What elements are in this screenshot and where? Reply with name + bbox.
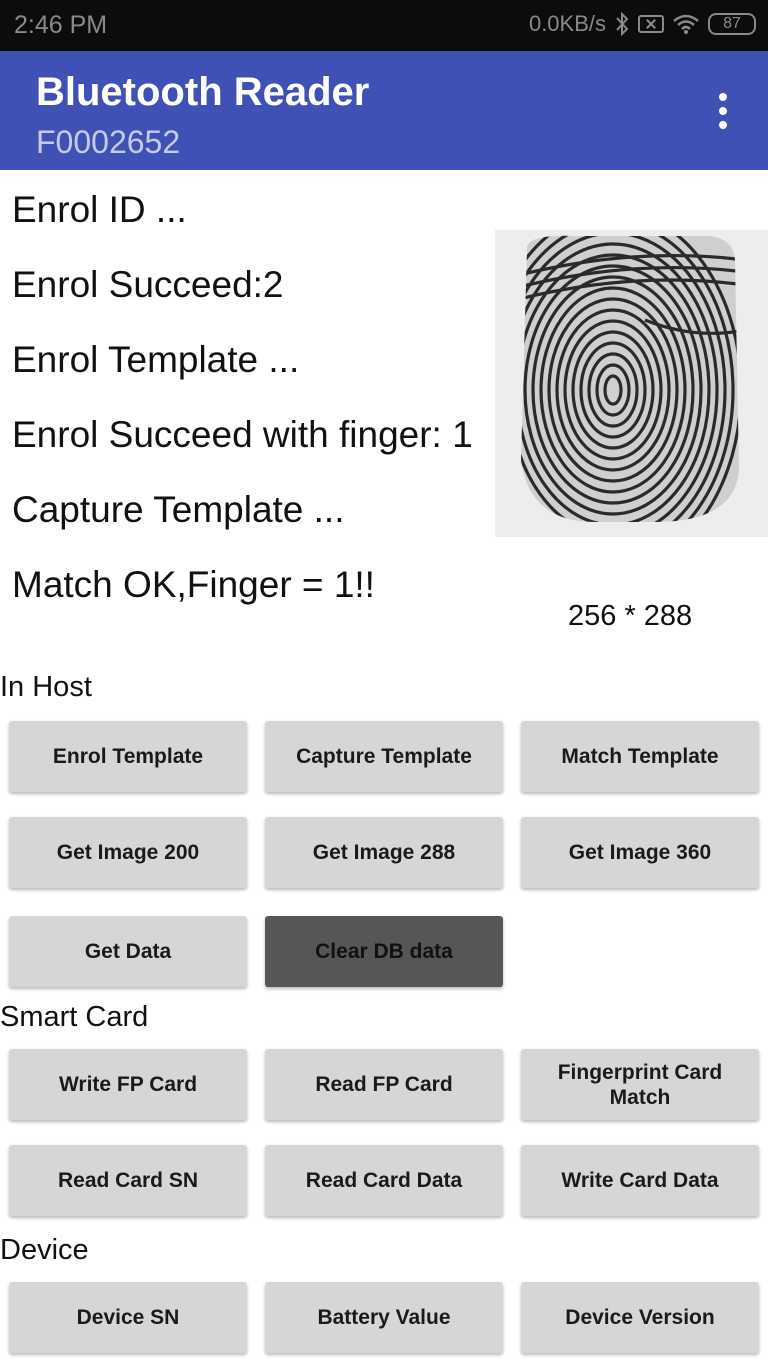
status-bar: 2:46 PM 0.0KB/s 87 bbox=[0, 0, 768, 51]
status-log: Enrol ID ... Enrol Succeed:2 Enrol Templ… bbox=[12, 190, 473, 640]
read-card-data-button[interactable]: Read Card Data bbox=[265, 1145, 503, 1216]
no-sim-icon bbox=[638, 15, 664, 33]
battery-value-button[interactable]: Battery Value bbox=[265, 1282, 503, 1353]
section-label-in-host: In Host bbox=[0, 671, 92, 703]
get-data-button[interactable]: Get Data bbox=[9, 916, 247, 987]
network-speed: 0.0KB/s bbox=[528, 11, 606, 36]
clear-db-data-button[interactable]: Clear DB data bbox=[265, 916, 503, 987]
device-id-subtitle: F0002652 bbox=[36, 124, 181, 160]
battery-icon: 87 bbox=[708, 13, 756, 35]
match-template-button[interactable]: Match Template bbox=[521, 721, 759, 792]
write-fp-card-button[interactable]: Write FP Card bbox=[9, 1049, 247, 1120]
section-label-smart-card: Smart Card bbox=[0, 1001, 149, 1033]
log-line: Capture Template ... bbox=[12, 489, 345, 530]
capture-template-button[interactable]: Capture Template bbox=[265, 721, 503, 792]
read-card-sn-button[interactable]: Read Card SN bbox=[9, 1145, 247, 1216]
log-line: Enrol ID ... bbox=[12, 189, 187, 230]
fingerprint-card-match-button[interactable]: Fingerprint Card Match bbox=[521, 1049, 759, 1120]
section-label-device: Device bbox=[0, 1234, 89, 1266]
get-image-288-button[interactable]: Get Image 288 bbox=[265, 817, 503, 888]
enrol-template-button[interactable]: Enrol Template bbox=[9, 721, 247, 792]
get-image-200-button[interactable]: Get Image 200 bbox=[9, 817, 247, 888]
device-version-button[interactable]: Device Version bbox=[521, 1282, 759, 1353]
log-line: Match OK,Finger = 1!! bbox=[12, 564, 375, 605]
log-line: Enrol Template ... bbox=[12, 339, 300, 380]
write-card-data-button[interactable]: Write Card Data bbox=[521, 1145, 759, 1216]
read-fp-card-button[interactable]: Read FP Card bbox=[265, 1049, 503, 1120]
get-image-360-button[interactable]: Get Image 360 bbox=[521, 817, 759, 888]
more-vert-icon[interactable] bbox=[718, 93, 728, 129]
device-sn-button[interactable]: Device SN bbox=[9, 1282, 247, 1353]
bluetooth-icon bbox=[616, 11, 629, 37]
image-size-label: 256 * 288 bbox=[568, 600, 693, 632]
app-bar: Bluetooth Reader F0002652 bbox=[0, 51, 768, 170]
log-line: Enrol Succeed with finger: 1 bbox=[12, 414, 473, 455]
app-title: Bluetooth Reader bbox=[36, 70, 370, 114]
fingerprint-image bbox=[495, 230, 768, 537]
log-line: Enrol Succeed:2 bbox=[12, 264, 284, 305]
status-time: 2:46 PM bbox=[14, 11, 108, 39]
wifi-icon bbox=[673, 14, 699, 34]
